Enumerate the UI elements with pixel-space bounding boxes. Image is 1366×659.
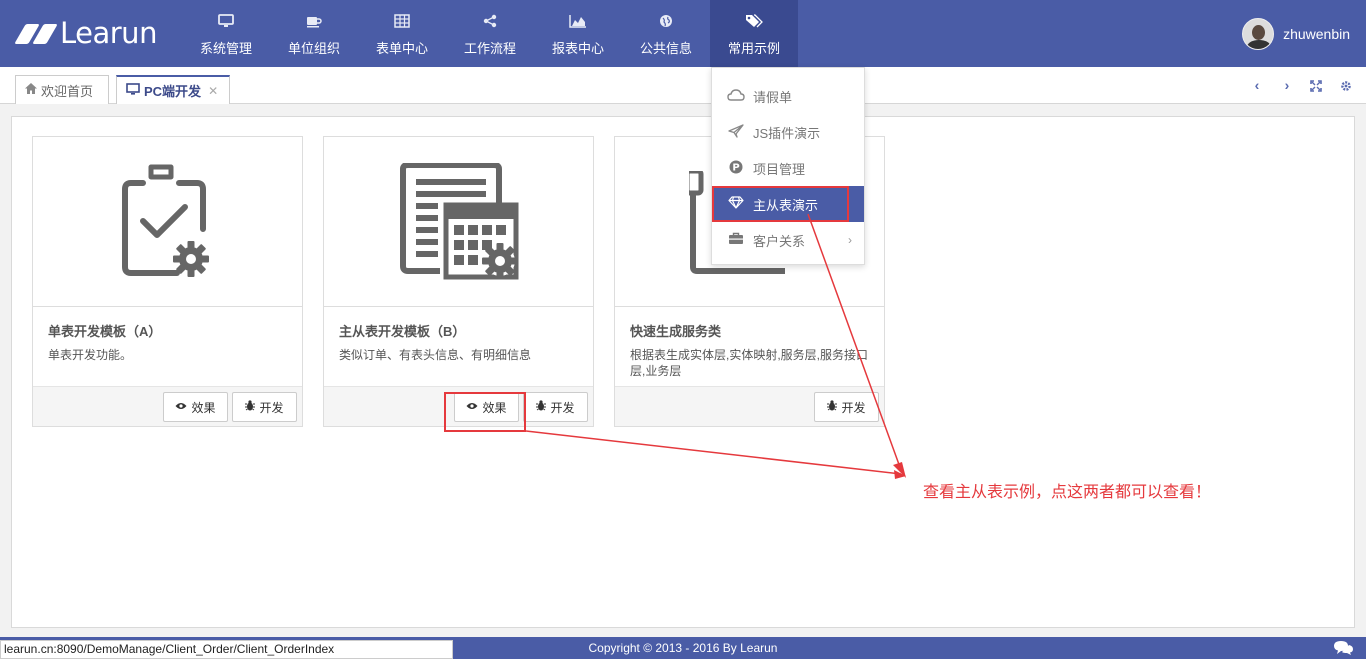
annotation-text: 查看主从表示例，点这两者都可以查看！ (923, 484, 1212, 501)
chat-icon[interactable] (1332, 640, 1354, 659)
annotation-arrows (525, 213, 906, 479)
status-url: learun.cn:8090/DemoManage/Client_Order/C… (0, 640, 453, 659)
